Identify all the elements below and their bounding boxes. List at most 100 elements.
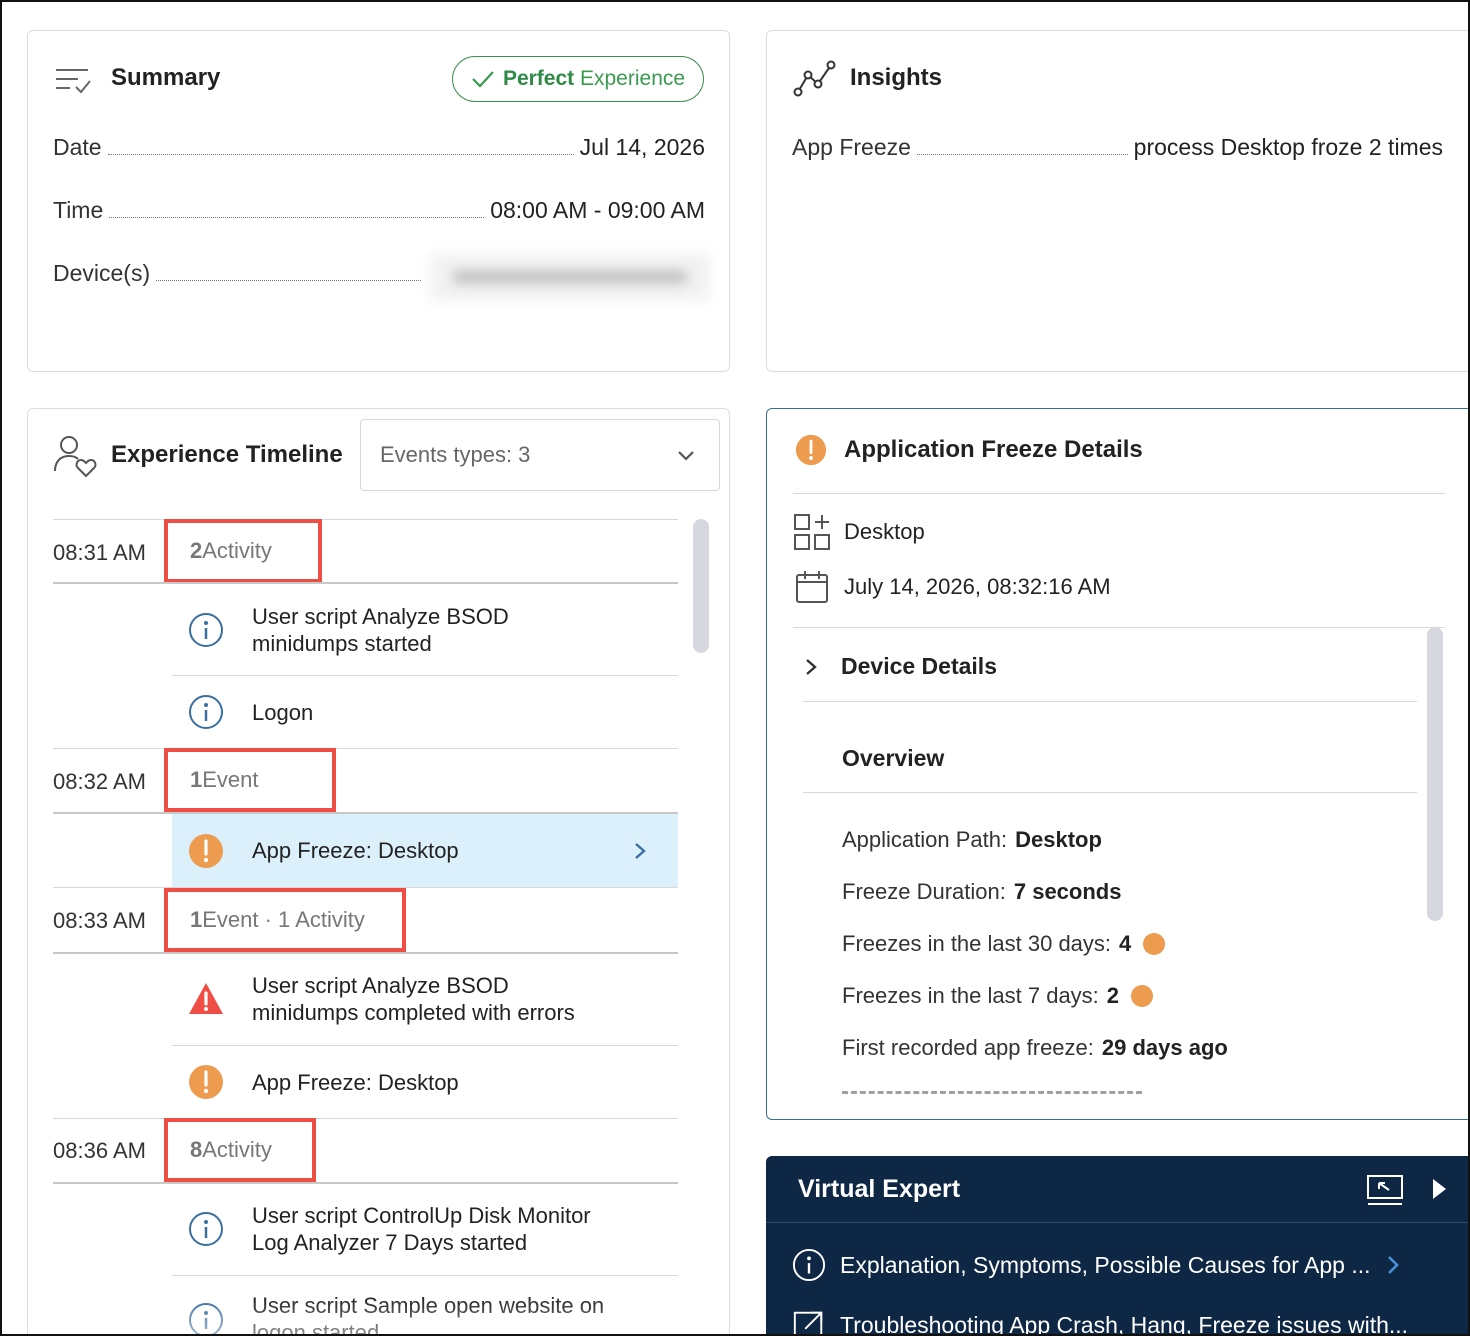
badge-bold: Perfect [502,67,575,90]
apps-grid-icon [794,514,830,550]
device-details-label: Device Details [841,653,997,679]
timeline-item[interactable]: User script Sample open website on logon … [172,1276,678,1334]
activity-group-header[interactable]: 2 Activity [164,519,322,583]
group-time: 08:32 AM [53,769,146,794]
freeze-details-title: Application Freeze Details [844,436,1143,463]
group-count-text: Event [202,767,259,792]
overview-heading: Overview [842,745,945,771]
divider [793,493,1445,494]
info-icon [189,1212,223,1246]
timeline-item[interactable]: Logon [172,676,678,748]
status-dot-orange [1131,985,1154,1007]
play-icon[interactable] [1430,1177,1448,1201]
group-count-text: Activity [202,538,272,563]
insight-row: App Freeze process Desktop froze 2 times [792,131,1443,161]
timeline-item-selected[interactable]: App Freeze: Desktop [172,814,678,887]
app-path-row: Application Path: Desktop [842,827,1102,853]
group-time: 08:33 AM [53,908,146,933]
first-freeze-value: 29 days ago [1101,1035,1228,1060]
freezes-30d-label: Freezes in the last 30 days: [842,931,1112,956]
date-row: Date Jul 14, 2026 [53,131,705,161]
time-row: Time 08:00 AM - 09:00 AM [53,194,705,224]
devices-label: Device(s) [53,260,151,286]
summary-card: Summary Perfect Experience Date Jul 14, … [27,30,730,372]
chevron-right-icon [1387,1256,1399,1274]
virtual-expert-header: Virtual Expert [766,1156,1468,1223]
item-text-line1: User script Analyze BSOD [252,973,509,998]
details-scrollbar[interactable] [1427,627,1443,921]
info-icon [189,613,223,647]
item-text-line2: Log Analyzer 7 Days started [252,1230,528,1255]
info-icon [189,695,223,729]
divider [793,627,1445,628]
freezes-7d-value: 2 [1106,983,1120,1008]
group-count: 2 [190,538,203,563]
insight-label: App Freeze [792,134,911,160]
virtual-expert-item-text: Explanation, Symptoms, Possible Causes f… [840,1251,1371,1278]
freeze-duration-row: Freeze Duration: 7 seconds [842,879,1121,905]
app-path-value: Desktop [1015,827,1102,852]
app-name-row: Desktop [793,513,925,551]
list-check-icon [56,69,91,94]
item-text-line1: User script Analyze BSOD [252,604,509,629]
app-name: Desktop [844,519,925,544]
first-freeze-row: First recorded app freeze: 29 days ago [842,1035,1228,1061]
warning-orange-icon [795,434,827,466]
item-text-line1: User script ControlUp Disk Monitor [252,1203,591,1228]
device-name-redacted [430,253,710,301]
freezes-7d-label: Freezes in the last 7 days: [842,983,1099,1008]
user-heart-icon [54,436,97,478]
timeline-item[interactable]: User script Analyze BSOD minidumps comple… [172,954,678,1044]
trend-line-icon [793,60,836,97]
chevron-down-icon [678,451,694,461]
calendar-icon [796,571,828,603]
time-label: Time [53,197,104,223]
dotted-leader [156,280,421,281]
divider [53,519,678,520]
event-types-dropdown[interactable]: Events types: 3 [360,419,720,491]
event-activity-group-header[interactable]: 1 Event · 1 Activity [164,888,406,952]
group-time: 08:31 AM [53,540,146,565]
insights-title: Insights [850,64,943,91]
chevron-right-icon [635,842,646,859]
virtual-expert-item-text: Troubleshooting App Crash, Hang, Freeze … [840,1311,1409,1336]
dotted-leader [109,217,485,218]
date-value: Jul 14, 2026 [579,134,705,160]
group-count-text: Activity [202,1137,272,1162]
divider [53,1118,678,1119]
timeline-scrollbar[interactable] [693,519,709,653]
group-count: 1 [190,767,203,792]
first-freeze-label: First recorded app freeze: [842,1035,1094,1060]
date-label: Date [53,134,102,160]
warning-orange-icon [189,1065,223,1099]
insights-card: Insights App Freeze process Desktop froz… [766,30,1468,372]
virtual-expert-item[interactable]: Explanation, Symptoms, Possible Causes f… [792,1248,1401,1282]
event-group-header[interactable]: 1 Event [164,748,336,812]
timeline-item[interactable]: User script Analyze BSOD minidumps starte… [172,585,678,675]
badge-rest: Experience [579,67,686,90]
item-text-line1: App Freeze: Desktop [252,1069,459,1095]
item-text-line1: App Freeze: Desktop [252,838,459,863]
timeline-item[interactable]: User script ControlUp Disk Monitor Log An… [172,1184,678,1274]
freezes-30d-row: Freezes in the last 30 days: 4 [842,931,1166,957]
group-count: 8 [190,1137,203,1162]
group-count: 1 [190,907,203,932]
check-icon [472,71,494,88]
freezes-30d-value: 4 [1119,931,1132,956]
clipped-text-row [842,1091,1142,1094]
external-link-icon [793,1311,823,1334]
virtual-expert-item[interactable]: Troubleshooting App Crash, Hang, Freeze … [792,1308,1409,1336]
app-path-label: Application Path: [842,827,1008,852]
warning-orange-icon [189,833,223,868]
event-types-label: Events types: 3 [380,442,531,467]
error-triangle-icon [189,983,223,1014]
device-details-toggle[interactable]: Device Details [803,653,997,680]
group-time: 08:36 AM [53,1138,146,1163]
group-count-text: Event · 1 Activity [202,907,365,932]
virtual-expert-title: Virtual Expert [798,1175,961,1203]
activity-group-header[interactable]: 8 Activity [164,1118,316,1182]
experience-timeline-card: Experience Timeline Events types: 3 08:3… [27,408,730,1334]
screen-share-icon[interactable] [1366,1174,1404,1206]
timeline-item[interactable]: App Freeze: Desktop [172,1046,678,1118]
virtual-expert-panel: Virtual Expert Explanation, Symptoms, Po… [766,1156,1468,1336]
